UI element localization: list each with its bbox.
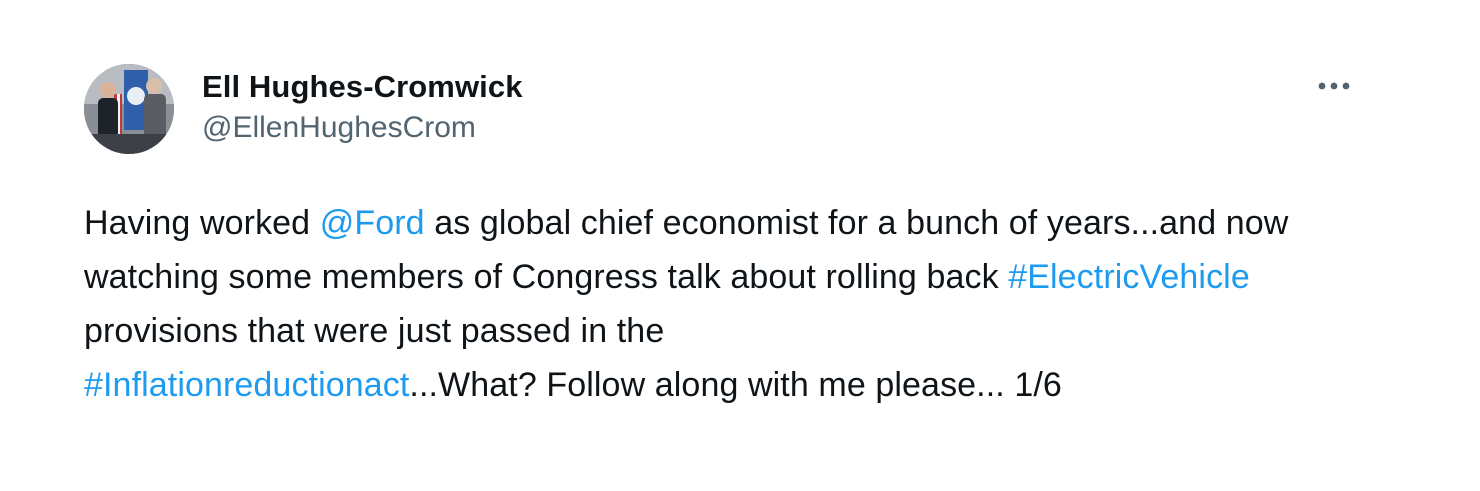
hashtag-link-inflation-reduction-act[interactable]: #Inflationreductionact [84, 366, 409, 404]
more-options-button[interactable] [1310, 68, 1358, 104]
mention-link[interactable]: @Ford [320, 204, 425, 242]
tweet-text-segment: ...What? Follow along with me please... … [409, 366, 1062, 404]
author-handle[interactable]: @EllenHughesCrom [202, 110, 523, 146]
tweet-text-segment: provisions that were just passed in the [84, 312, 665, 350]
author-avatar[interactable] [84, 64, 174, 154]
profile-photo-icon [84, 64, 174, 154]
author-display-name[interactable]: Ell Hughes-Cromwick [202, 68, 523, 106]
more-horizontal-icon [1318, 82, 1350, 90]
tweet-text-segment: Having worked [84, 204, 320, 242]
tweet-text: Having worked @Ford as global chief econ… [84, 196, 1404, 412]
tweet-card[interactable]: Ell Hughes-Cromwick @EllenHughesCrom Hav… [0, 0, 1480, 491]
author-block: Ell Hughes-Cromwick @EllenHughesCrom [202, 68, 523, 146]
hashtag-link-electric-vehicle[interactable]: #ElectricVehicle [1008, 258, 1250, 296]
